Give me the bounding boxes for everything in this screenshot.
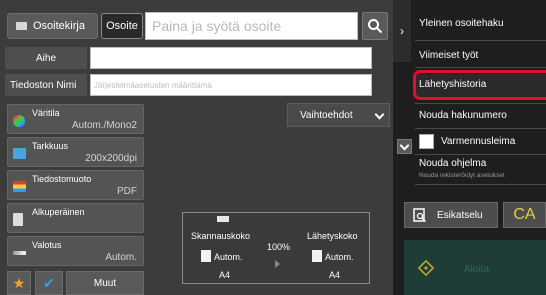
preview-label: Esikatselu — [437, 209, 483, 221]
address-book-icon — [16, 22, 27, 30]
color-mode-value: Autom./Mono2 — [71, 120, 137, 131]
subject-label: Aihe — [5, 47, 87, 69]
menu-send-history[interactable]: Lähetyshistoria — [419, 79, 486, 90]
color-mode-icon — [13, 115, 25, 127]
check-button[interactable]: ✔ — [35, 271, 63, 295]
menu-verification-stamp[interactable]: Varmennusleima — [441, 136, 515, 147]
chevron-right-icon: › — [400, 24, 404, 38]
verification-stamp-checkbox[interactable] — [419, 134, 434, 149]
divider — [415, 128, 546, 129]
send-paper-size: A4 — [329, 270, 341, 280]
scan-paper-icon — [201, 250, 211, 262]
menu-global-address-search[interactable]: Yleinen osoitehaku — [419, 18, 504, 29]
file-format-button[interactable]: Tiedostomuoto PDF — [7, 170, 144, 200]
clear-all-button[interactable]: CA — [503, 202, 546, 228]
options-dropdown[interactable]: Vaihtoehdot — [287, 103, 390, 127]
exposure-title: Valotus — [32, 240, 62, 250]
chevron-down-icon — [374, 109, 385, 120]
resolution-icon — [13, 148, 26, 159]
favorites-button[interactable]: ★ — [7, 271, 31, 295]
divider — [415, 154, 546, 155]
ratio: 100% — [267, 242, 291, 252]
send-paper-icon — [312, 250, 322, 262]
scan-mode: Autom. — [214, 252, 243, 262]
address-book-label: Osoitekirja — [33, 20, 85, 32]
menu-retrieve-program[interactable]: Nouda ohjelma — [419, 158, 486, 169]
send-mode: Autom. — [325, 252, 354, 262]
divider — [415, 184, 546, 185]
checkmark-icon: ✔ — [43, 274, 55, 291]
scanner-icon — [217, 216, 229, 222]
original-icon — [13, 213, 23, 226]
subject-field[interactable] — [90, 47, 372, 69]
file-name-field[interactable]: Järjestelmäasetusten määrittämä — [90, 74, 372, 96]
search-button[interactable] — [362, 12, 388, 40]
divider — [415, 103, 546, 104]
resolution-value: 200x200dpi — [85, 153, 137, 164]
file-format-title: Tiedostomuoto — [32, 174, 92, 184]
color-mode-button[interactable]: Väritila Autom./Mono2 — [7, 104, 144, 134]
file-format-value: PDF — [117, 186, 137, 197]
scan-send-size-preview[interactable]: Skannauskoko Autom. A4 100% Lähetyskoko … — [182, 212, 370, 284]
arrow-right-icon — [275, 260, 280, 268]
address-button[interactable]: Osoite — [101, 13, 143, 39]
star-icon: ★ — [12, 274, 26, 291]
start-button[interactable]: Aloita — [404, 240, 546, 295]
address-book-button[interactable]: Osoitekirja — [7, 13, 98, 39]
scan-size-label: Skannauskoko — [191, 231, 251, 241]
start-icon — [418, 260, 434, 276]
resolution-button[interactable]: Tarkkuus 200x200dpi — [7, 137, 144, 167]
exposure-icon — [13, 251, 26, 255]
original-title: Alkuperäinen — [32, 207, 85, 217]
scan-paper-size: A4 — [219, 270, 231, 280]
divider — [415, 67, 546, 68]
preview-button[interactable]: Esikatselu — [404, 202, 498, 228]
collapse-panel-button[interactable]: › — [393, 0, 411, 62]
exposure-button[interactable]: Valotus Autom. — [7, 236, 144, 266]
options-label: Vaihtoehdot — [300, 109, 353, 121]
menu-retrieve-file-number[interactable]: Nouda hakunumero — [419, 110, 507, 121]
original-button[interactable]: Alkuperäinen — [7, 203, 144, 233]
search-icon — [368, 19, 383, 34]
expand-toggle[interactable] — [397, 139, 412, 154]
file-format-icon — [13, 181, 26, 192]
start-label: Aloita — [464, 264, 490, 275]
more-button[interactable]: Muut — [66, 271, 144, 295]
send-size-label: Lähetyskoko — [307, 231, 358, 241]
menu-recent-jobs[interactable]: Viimeiset työt — [419, 50, 478, 61]
retrieve-program-subtitle: Nouda rekisteröidyt asetukset — [419, 172, 505, 179]
address-input[interactable]: Paina ja syötä osoite — [145, 12, 358, 40]
preview-icon — [413, 208, 427, 223]
divider — [415, 40, 546, 41]
color-mode-title: Väritila — [32, 108, 60, 118]
exposure-value: Autom. — [105, 252, 137, 263]
resolution-title: Tarkkuus — [32, 141, 69, 151]
file-name-label: Tiedoston Nimi — [5, 74, 87, 96]
